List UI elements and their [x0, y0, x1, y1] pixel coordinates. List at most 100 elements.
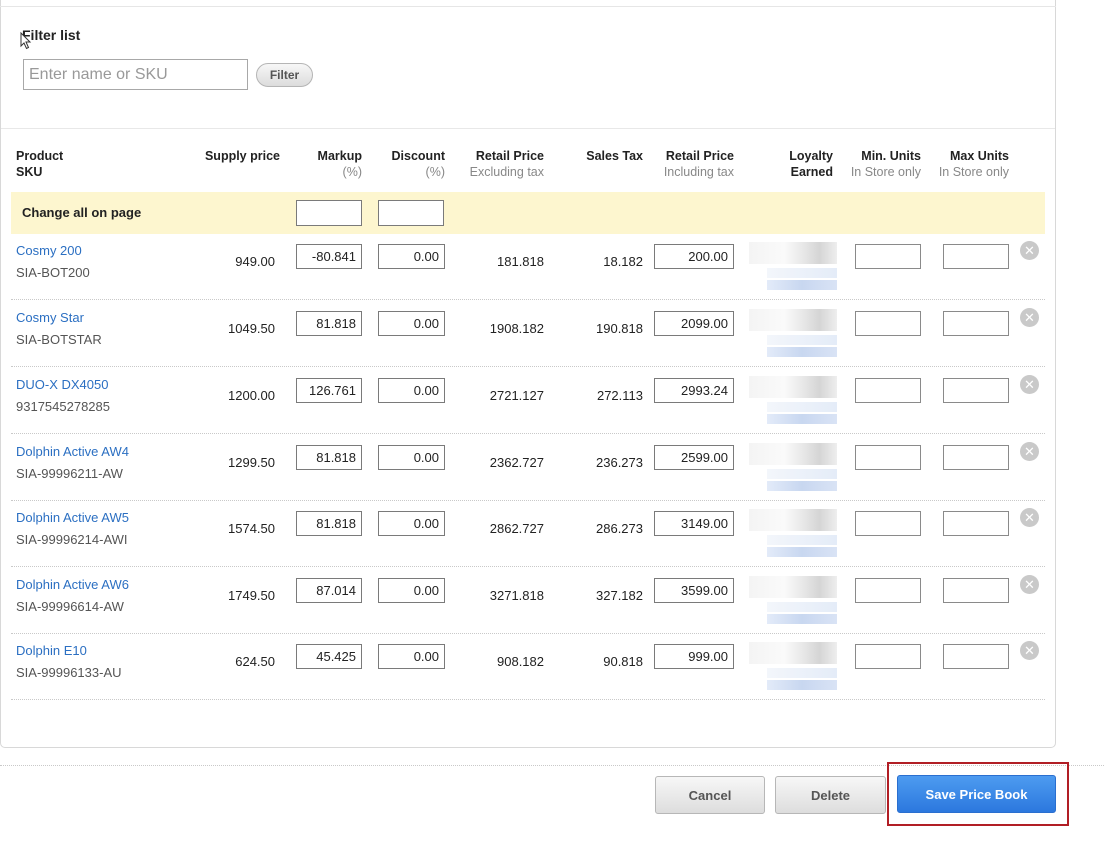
- sales-tax: 272.113: [596, 388, 643, 403]
- retail-price-incl-input[interactable]: 999.00: [654, 644, 734, 669]
- supply-price: 1049.50: [228, 321, 275, 336]
- header-retail-excl: Retail Price Excluding tax: [469, 149, 544, 179]
- retail-price-incl-input[interactable]: 2099.00: [654, 311, 734, 336]
- cancel-button[interactable]: Cancel: [655, 776, 765, 814]
- product-name-link[interactable]: Cosmy Star: [16, 310, 84, 325]
- remove-row-icon[interactable]: ✕: [1020, 241, 1039, 260]
- table-row: Dolphin E10 SIA-99996133-AU 624.50 45.425 0.…: [11, 634, 1045, 700]
- discount-input[interactable]: 0.00: [378, 511, 445, 536]
- product-sku: 9317545278285: [16, 399, 110, 414]
- loyalty-earned-blurred: [747, 441, 837, 497]
- supply-price: 1200.00: [228, 388, 275, 403]
- supply-price: 1574.50: [228, 521, 275, 536]
- product-name-link[interactable]: Cosmy 200: [16, 243, 82, 258]
- discount-input[interactable]: 0.00: [378, 244, 445, 269]
- retail-price-incl-input[interactable]: 2993.24: [654, 378, 734, 403]
- product-name-link[interactable]: Dolphin E10: [16, 643, 87, 658]
- min-units-input[interactable]: [855, 445, 921, 470]
- discount-input[interactable]: 0.00: [378, 644, 445, 669]
- discount-input[interactable]: 0.00: [378, 311, 445, 336]
- loyalty-earned-blurred: [747, 240, 837, 296]
- markup-input[interactable]: 81.818: [296, 511, 362, 536]
- markup-input[interactable]: 87.014: [296, 578, 362, 603]
- max-units-input[interactable]: [943, 311, 1009, 336]
- table-row: Cosmy 200 SIA-BOT200 949.00 -80.841 0.00 181.…: [11, 234, 1045, 300]
- sales-tax: 236.273: [596, 455, 643, 470]
- markup-input[interactable]: 126.761: [296, 378, 362, 403]
- max-units-input[interactable]: [943, 578, 1009, 603]
- supply-price: 624.50: [235, 654, 275, 669]
- markup-input[interactable]: 81.818: [296, 445, 362, 470]
- panel-top-divider: [0, 6, 1056, 7]
- header-min-units: Min. Units In Store only: [850, 149, 921, 179]
- remove-row-icon[interactable]: ✕: [1020, 575, 1039, 594]
- retail-price-incl-input[interactable]: 2599.00: [654, 445, 734, 470]
- filter-search-input[interactable]: [23, 59, 248, 90]
- retail-price-excl: 181.818: [497, 254, 544, 269]
- retail-price-excl: 2721.127: [489, 388, 544, 403]
- markup-input[interactable]: -80.841: [296, 244, 362, 269]
- min-units-input[interactable]: [855, 511, 921, 536]
- retail-price-excl: 2362.727: [489, 455, 544, 470]
- max-units-input[interactable]: [943, 244, 1009, 269]
- header-sales-tax: Sales Tax: [586, 149, 643, 163]
- product-name-link[interactable]: Dolphin Active AW4: [16, 444, 129, 459]
- max-units-input[interactable]: [943, 378, 1009, 403]
- header-discount: Discount (%): [391, 149, 445, 179]
- retail-price-excl: 908.182: [497, 654, 544, 669]
- retail-price-incl-input[interactable]: 200.00: [654, 244, 734, 269]
- remove-row-icon[interactable]: ✕: [1020, 308, 1039, 327]
- change-all-row: Change all on page: [11, 192, 1045, 234]
- max-units-input[interactable]: [943, 644, 1009, 669]
- markup-input[interactable]: 81.818: [296, 311, 362, 336]
- min-units-input[interactable]: [855, 311, 921, 336]
- sales-tax: 90.818: [603, 654, 643, 669]
- remove-row-icon[interactable]: ✕: [1020, 442, 1039, 461]
- remove-row-icon[interactable]: ✕: [1020, 375, 1039, 394]
- product-name-link[interactable]: Dolphin Active AW5: [16, 510, 129, 525]
- sales-tax: 327.182: [596, 588, 643, 603]
- product-sku: SIA-99996614-AW: [16, 599, 124, 614]
- discount-input[interactable]: 0.00: [378, 378, 445, 403]
- discount-input[interactable]: 0.00: [378, 578, 445, 603]
- min-units-input[interactable]: [855, 244, 921, 269]
- table-row: Dolphin Active AW5 SIA-99996214-AWI 1574.5…: [11, 501, 1045, 567]
- filter-button[interactable]: Filter: [256, 63, 313, 87]
- section-divider: [1, 128, 1055, 129]
- min-units-input[interactable]: [855, 578, 921, 603]
- loyalty-earned-blurred: [747, 574, 837, 630]
- supply-price: 1749.50: [228, 588, 275, 603]
- min-units-input[interactable]: [855, 378, 921, 403]
- remove-row-icon[interactable]: ✕: [1020, 641, 1039, 660]
- product-sku: SIA-99996133-AU: [16, 665, 122, 680]
- retail-price-incl-input[interactable]: 3599.00: [654, 578, 734, 603]
- retail-price-excl: 1908.182: [489, 321, 544, 336]
- product-sku: SIA-BOTSTAR: [16, 332, 102, 347]
- change-all-label: Change all on page: [22, 205, 142, 220]
- retail-price-excl: 3271.818: [489, 588, 544, 603]
- discount-input[interactable]: 0.00: [378, 445, 445, 470]
- max-units-input[interactable]: [943, 511, 1009, 536]
- supply-price: 1299.50: [228, 455, 275, 470]
- delete-button[interactable]: Delete: [775, 776, 886, 814]
- change-all-markup-input[interactable]: [296, 200, 362, 226]
- product-name-link[interactable]: DUO-X DX4050: [16, 377, 108, 392]
- header-loyalty: Loyalty Earned: [789, 149, 833, 179]
- sales-tax: 190.818: [596, 321, 643, 336]
- markup-input[interactable]: 45.425: [296, 644, 362, 669]
- product-name-link[interactable]: Dolphin Active AW6: [16, 577, 129, 592]
- max-units-input[interactable]: [943, 445, 1009, 470]
- remove-row-icon[interactable]: ✕: [1020, 508, 1039, 527]
- header-product: Product SKU: [16, 149, 64, 179]
- supply-price: 949.00: [235, 254, 275, 269]
- retail-price-incl-input[interactable]: 3149.00: [654, 511, 734, 536]
- table-row: Dolphin Active AW4 SIA-99996211-AW 1299.50…: [11, 435, 1045, 501]
- min-units-input[interactable]: [855, 644, 921, 669]
- loyalty-earned-blurred: [747, 374, 837, 430]
- change-all-discount-input[interactable]: [378, 200, 444, 226]
- sales-tax: 18.182: [603, 254, 643, 269]
- loyalty-earned-blurred: [747, 507, 837, 563]
- retail-price-excl: 2862.727: [489, 521, 544, 536]
- table-row: Cosmy Star SIA-BOTSTAR 1049.50 81.818 0.00 19…: [11, 301, 1045, 367]
- loyalty-earned-blurred: [747, 307, 837, 363]
